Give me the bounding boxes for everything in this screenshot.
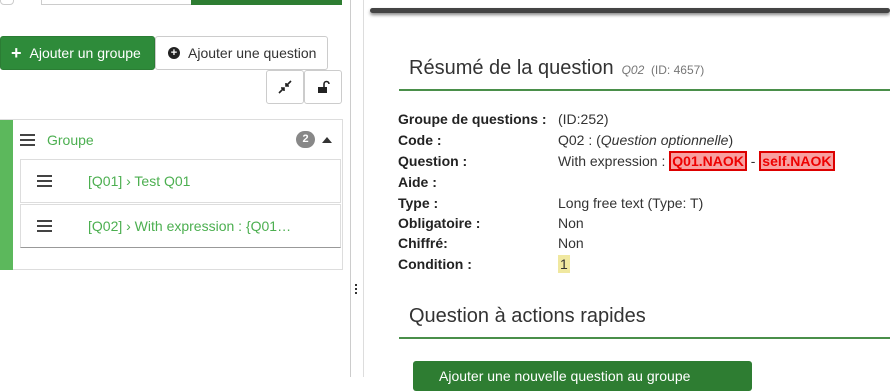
collapse-all-button[interactable] <box>266 70 304 104</box>
row-key: Question : <box>398 153 468 169</box>
row-key: Code : <box>398 132 442 148</box>
splitter-grip-icon[interactable] <box>355 284 357 296</box>
quick-actions-title: Question à actions rapides <box>409 305 646 327</box>
expression-separator: - <box>746 153 760 169</box>
question-prefix: With expression : <box>558 153 670 169</box>
question-label[interactable]: [Q01] › Test Q01 <box>88 173 190 189</box>
unlock-button[interactable] <box>304 70 342 104</box>
row-key: Aide : <box>398 174 437 190</box>
group-header[interactable]: Groupe 2 <box>13 120 342 160</box>
question-item[interactable]: [Q02] › With expression : {Q01… <box>20 204 341 248</box>
code-prefix: Q02 : ( <box>558 132 601 148</box>
drag-handle-icon[interactable] <box>37 220 52 232</box>
question-item[interactable]: [Q01] › Test Q01 <box>20 159 341 203</box>
row-value: Non <box>558 235 584 251</box>
row-value: Long free text (Type: T) <box>558 195 704 211</box>
add-group-button[interactable]: + Ajouter un groupe <box>0 36 155 70</box>
row-value: 1 <box>558 255 570 273</box>
question-count-badge: 2 <box>296 131 315 148</box>
row-value: (ID:252) <box>558 111 609 127</box>
row-value: Q02 : (Question optionnelle) <box>558 132 733 148</box>
summary-title: Résumé de la question Q02 (ID: 4657) <box>409 57 704 80</box>
divider <box>399 89 890 91</box>
expression-tag[interactable]: self.NAOK <box>759 151 835 171</box>
row-key: Condition : <box>398 256 472 272</box>
code-suffix: ) <box>728 132 734 148</box>
tab-structure[interactable] <box>41 0 193 5</box>
unlock-icon <box>318 80 330 93</box>
caret-up-icon[interactable] <box>322 137 332 143</box>
row-key: Obligatoire : <box>398 215 481 231</box>
circle-plus-icon: + <box>168 47 180 59</box>
group-title[interactable]: Groupe <box>47 132 94 148</box>
top-toolbar-edge <box>370 8 890 13</box>
add-question-button[interactable]: + Ajouter une question <box>155 36 328 70</box>
compress-icon <box>278 80 292 94</box>
question-explorer-panel: + Ajouter un groupe + Ajouter une questi… <box>0 0 350 377</box>
summary-title-text: Résumé de la question <box>409 57 614 79</box>
condition-badge: 1 <box>558 255 570 273</box>
tab-active[interactable] <box>191 0 342 5</box>
row-key: Chiffré: <box>398 235 448 251</box>
summary-code: Q02 <box>621 63 645 77</box>
row-key: Groupe de questions : <box>398 111 547 127</box>
drag-handle-icon[interactable] <box>20 134 35 146</box>
summary-id: (ID: 4657) <box>650 63 705 77</box>
question-label[interactable]: [Q02] › With expression : {Q01… <box>88 218 291 234</box>
top-tabs <box>0 0 345 5</box>
group-color-bar <box>0 120 13 270</box>
add-question-label: Ajouter une question <box>188 45 317 61</box>
row-value: Non <box>558 215 584 231</box>
tab-settings[interactable] <box>0 0 14 5</box>
plus-icon: + <box>11 43 22 63</box>
panel-splitter[interactable] <box>350 0 364 377</box>
add-group-label: Ajouter un groupe <box>29 45 141 61</box>
row-value: With expression : Q01.NAOK - self.NAOK <box>558 151 835 171</box>
divider <box>399 337 890 339</box>
drag-handle-icon[interactable] <box>37 175 52 187</box>
row-key: Type : <box>398 195 439 211</box>
expression-tag[interactable]: Q01.NAOK <box>669 151 747 171</box>
add-question-to-group-button[interactable]: Ajouter une nouvelle question au groupe <box>413 361 752 391</box>
code-italic: Question optionnelle <box>600 132 729 148</box>
summary-meta: Q02 (ID: 4657) <box>622 63 705 77</box>
